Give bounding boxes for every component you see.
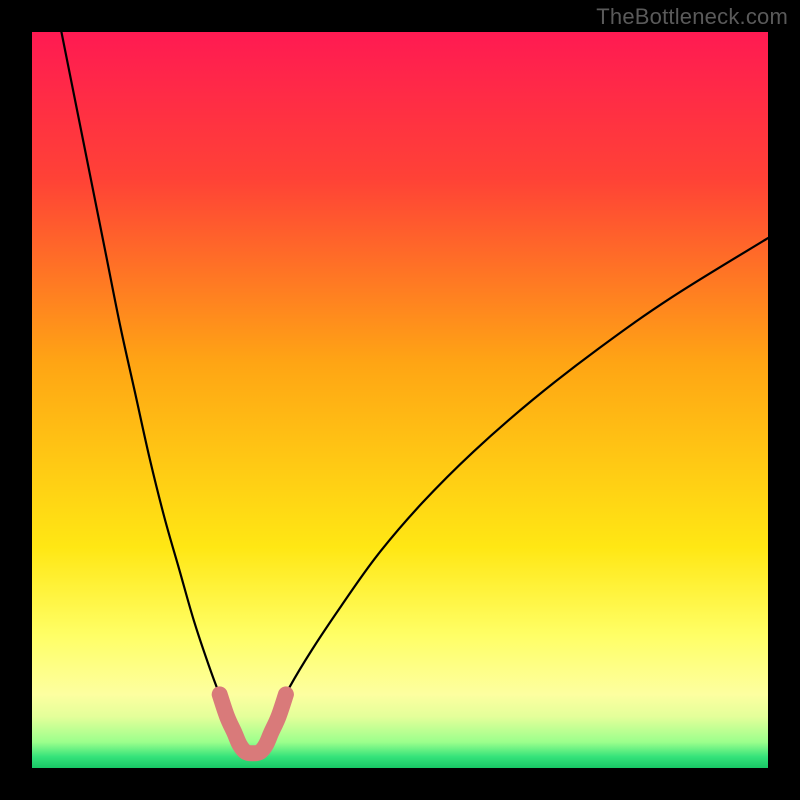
chart-frame: TheBottleneck.com	[0, 0, 800, 800]
watermark-text: TheBottleneck.com	[596, 4, 788, 30]
bottleneck-chart	[32, 32, 768, 768]
plot-background	[32, 32, 768, 768]
